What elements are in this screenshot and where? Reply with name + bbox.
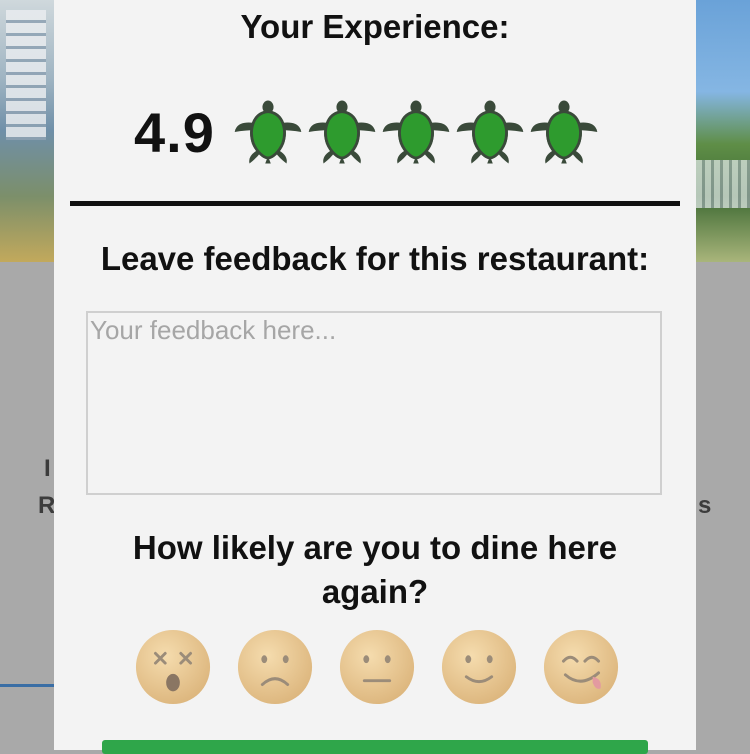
building-image <box>6 10 46 140</box>
feedback-label: Leave feedback for this restaurant: <box>100 240 650 277</box>
turtle-icon <box>530 100 598 164</box>
divider <box>70 201 680 206</box>
dizzy-face-icon[interactable] <box>134 628 212 706</box>
railing-image <box>696 160 750 208</box>
background-photo-right <box>696 0 750 262</box>
rating-row: 4.9 <box>134 92 601 172</box>
turtle-icon <box>382 100 450 164</box>
background-photo-left <box>0 0 54 262</box>
slightly-smiling-face-icon[interactable] <box>440 628 518 706</box>
background-text-fragment: s <box>698 492 712 519</box>
background-text-fragment: I <box>44 455 51 482</box>
turtle-icon <box>234 100 302 164</box>
background-text-fragment: R <box>38 492 56 519</box>
turtle-icon <box>308 100 376 164</box>
turtle-icon <box>456 100 524 164</box>
feedback-modal: Your Experience: 4.9 Leave feedback for … <box>54 0 696 754</box>
frowning-face-icon[interactable] <box>236 628 314 706</box>
rating-value: 4.9 <box>134 100 215 164</box>
dine-again-question: How likely are you to dine here again? <box>132 529 618 610</box>
dine-again-options <box>134 628 620 706</box>
feedback-textarea[interactable] <box>86 311 662 495</box>
modal-title: Your Experience: <box>240 8 510 45</box>
yummy-face-icon[interactable] <box>542 628 620 706</box>
background-underline <box>0 684 54 687</box>
neutral-face-icon[interactable] <box>338 628 416 706</box>
rating-turtles <box>231 95 601 169</box>
submit-button[interactable] <box>102 740 648 754</box>
